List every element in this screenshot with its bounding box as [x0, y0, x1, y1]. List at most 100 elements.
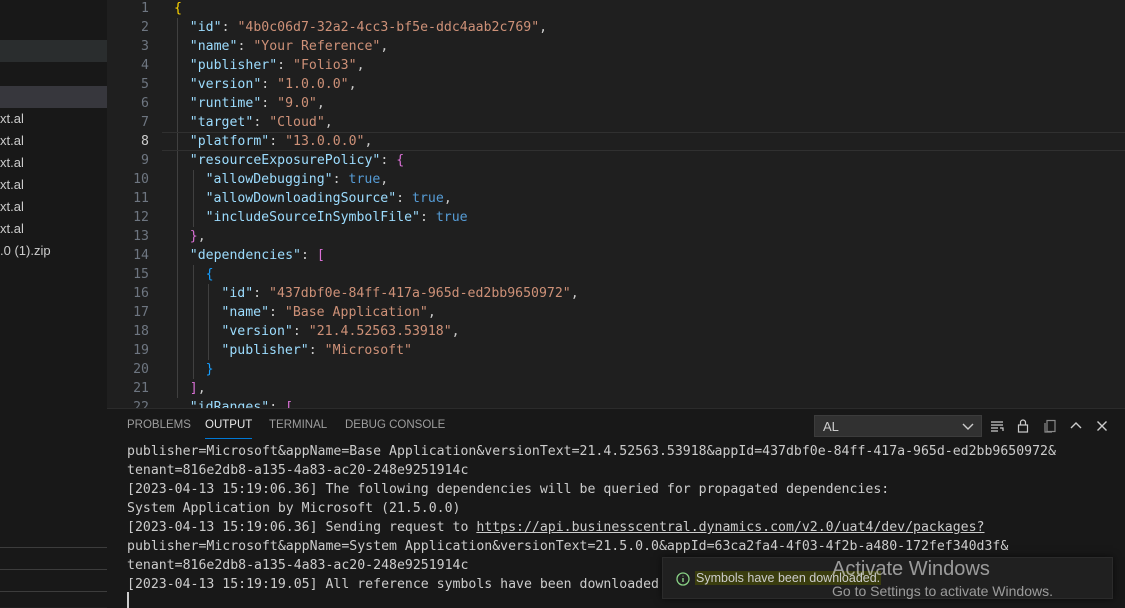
line-number: 3 — [141, 39, 149, 54]
tab-debug-console[interactable]: DEBUG CONSOLE — [345, 419, 445, 431]
code-token: : — [380, 153, 397, 168]
code-text: "publisher": "Microsoft" — [221, 341, 412, 360]
notification-message: Symbols have been downloaded. — [695, 571, 882, 585]
code-token: "4b0c06d7-32a2-4cc3-bf5e-ddc4aab2c769" — [237, 20, 540, 35]
explorer-file[interactable]: xt.al — [0, 219, 24, 239]
code-text: } — [206, 360, 214, 379]
code-token: : — [308, 343, 325, 358]
output-line: tenant=816e2db8-a135-4a83-ac20-248e92519… — [127, 558, 469, 573]
close-icon[interactable] — [1092, 415, 1112, 437]
code-token: "publisher" — [221, 343, 309, 358]
code-token: , — [316, 96, 325, 111]
code-line: 22 "idRanges": [ — [107, 398, 1125, 408]
code-text: { — [174, 0, 182, 18]
info-icon — [676, 571, 690, 590]
tab-output[interactable]: OUTPUT — [205, 419, 253, 439]
code-text: "idRanges": [ — [190, 398, 293, 408]
code-text: "version": "21.4.52563.53918", — [221, 322, 459, 341]
code-token: "9.0" — [277, 96, 317, 111]
tab-terminal[interactable]: TERMINAL — [269, 419, 327, 431]
code-token: "Microsoft" — [324, 343, 412, 358]
maximize-panel-icon[interactable] — [1066, 415, 1086, 437]
code-line: 5 "version": "1.0.0.0", — [107, 75, 1125, 94]
code-token: true — [348, 172, 381, 187]
code-token: ] — [189, 381, 198, 396]
code-token: , — [443, 191, 452, 206]
code-text: "publisher": "Folio3", — [190, 56, 365, 75]
request-url-link[interactable]: https://api.businesscentral.dynamics.com… — [476, 520, 984, 535]
line-number: 11 — [133, 191, 149, 206]
explorer-file[interactable]: xt.al — [0, 109, 24, 129]
code-token: } — [189, 229, 198, 244]
code-token: "Base Application" — [284, 305, 428, 320]
code-token: "id" — [189, 20, 222, 35]
code-token: "runtime" — [189, 96, 262, 111]
code-token: "version" — [221, 324, 293, 339]
code-line: 9 "resourceExposurePolicy": { — [107, 151, 1125, 170]
line-number: 2 — [141, 20, 149, 35]
explorer-file[interactable]: xt.al — [0, 153, 24, 173]
code-editor[interactable]: 1 {2 "id": "4b0c06d7-32a2-4cc3-bf5e-ddc4aa… — [107, 0, 1125, 408]
explorer-file[interactable]: xt.al — [0, 131, 24, 151]
text-cursor — [127, 592, 129, 608]
code-line: 19 "publisher": "Microsoft" — [107, 341, 1125, 360]
code-token: "target" — [189, 115, 254, 130]
code-token: "idRanges" — [189, 400, 270, 408]
output-channel-select[interactable]: AL — [814, 415, 982, 437]
code-token: : — [221, 20, 238, 35]
code-token: : — [261, 96, 278, 111]
notification-toast[interactable]: Symbols have been downloaded. — [662, 557, 1113, 599]
line-number: 5 — [141, 77, 149, 92]
line-number: 14 — [133, 248, 149, 263]
code-token: , — [570, 286, 579, 301]
line-number: 1 — [141, 1, 149, 16]
clear-output-icon[interactable] — [1040, 415, 1060, 437]
code-text: "version": "1.0.0.0", — [190, 75, 357, 94]
code-token: true — [412, 191, 444, 206]
tab-problems[interactable]: PROBLEMS — [127, 419, 191, 431]
line-number: 22 — [133, 400, 149, 408]
code-line: 6 "runtime": "9.0", — [107, 94, 1125, 113]
code-token: "allowDebugging" — [205, 172, 333, 187]
sidebar-divider — [0, 569, 107, 570]
code-token: , — [380, 172, 389, 187]
lock-icon[interactable] — [1013, 415, 1033, 437]
line-number: 20 — [133, 362, 149, 377]
code-text: "runtime": "9.0", — [190, 94, 325, 113]
code-token: : — [269, 400, 286, 408]
code-token: "Cloud" — [269, 115, 325, 130]
line-number: 16 — [133, 286, 149, 301]
code-token: "publisher" — [189, 58, 278, 73]
code-token: "13.0.0.0" — [285, 134, 365, 149]
code-token: [ — [285, 400, 294, 408]
code-line: 17 "name": "Base Application", — [107, 303, 1125, 322]
code-token: , — [356, 58, 365, 73]
code-token: : — [253, 115, 270, 130]
code-token: "21.4.52563.53918" — [308, 324, 452, 339]
code-token: : — [261, 77, 278, 92]
explorer-file[interactable]: xt.al — [0, 175, 24, 195]
code-text: "target": "Cloud", — [190, 113, 333, 132]
code-token: , — [197, 381, 206, 396]
code-line: 8 "platform": "13.0.0.0", — [107, 132, 1125, 151]
explorer-selected-row[interactable] — [0, 86, 107, 108]
code-line: 11 "allowDownloadingSource": true, — [107, 189, 1125, 208]
line-number: 21 — [133, 381, 149, 396]
line-number: 15 — [133, 267, 149, 282]
line-number: 9 — [141, 153, 149, 168]
code-token: "name" — [221, 305, 270, 320]
code-line: 20} — [107, 360, 1125, 379]
code-text: "name": "Base Application", — [221, 303, 435, 322]
code-line: 4 "publisher": "Folio3", — [107, 56, 1125, 75]
line-number: 4 — [141, 58, 149, 73]
code-line: 3 "name": "Your Reference", — [107, 37, 1125, 56]
code-token: "resourceExposurePolicy" — [189, 153, 381, 168]
explorer-hover-row — [0, 40, 107, 62]
code-line: 12 "includeSourceInSymbolFile": true — [107, 208, 1125, 227]
code-token: } — [205, 362, 214, 377]
explorer-file-zip[interactable]: .0 (1).zip — [0, 241, 51, 261]
code-line: 13}, — [107, 227, 1125, 246]
word-wrap-icon[interactable] — [987, 415, 1007, 437]
explorer-file[interactable]: xt.al — [0, 197, 24, 217]
code-text: { — [206, 265, 214, 284]
